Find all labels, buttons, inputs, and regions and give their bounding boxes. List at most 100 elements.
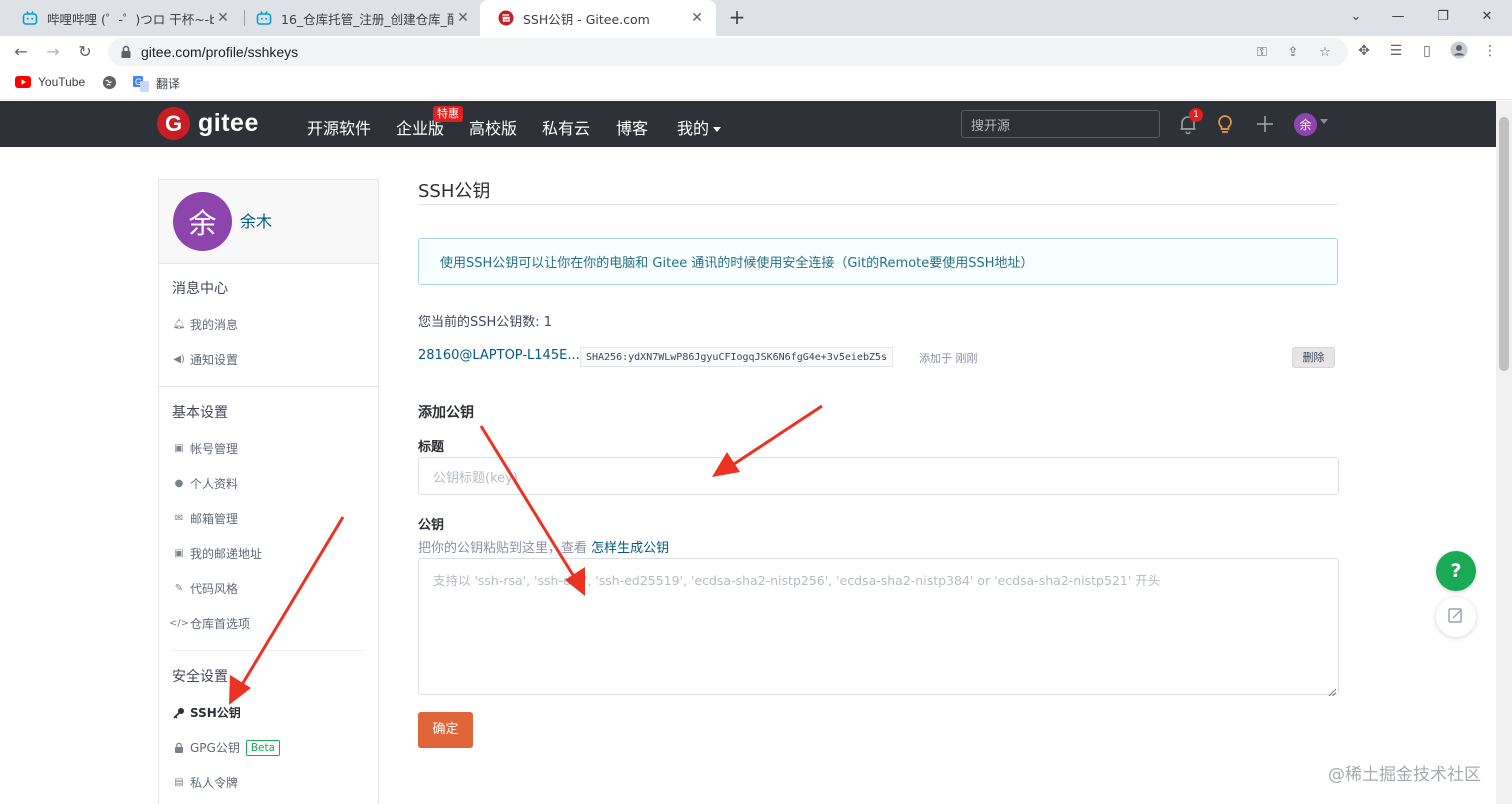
add-key-heading: 添加公钥 xyxy=(418,405,474,421)
tab-search-icon[interactable]: ⌄ xyxy=(1346,7,1366,27)
delete-key-button[interactable]: 删除 xyxy=(1292,347,1335,368)
sidebar-item-account[interactable]: ▣ 帐号管理 xyxy=(172,440,238,457)
sidebar-item-gpg-keys[interactable]: GPG公钥 Beta xyxy=(172,739,281,756)
restore-icon[interactable]: ❐ xyxy=(1433,7,1453,27)
gitee-icon xyxy=(498,10,514,26)
sidebar-item-profile[interactable]: ● 个人资料 xyxy=(172,475,238,492)
edit-note-icon xyxy=(1447,606,1465,628)
sidebar-item-label: GPG公钥 xyxy=(190,741,240,755)
sidebar-item-address[interactable]: ▣ 我的邮递地址 xyxy=(172,545,262,562)
sidebar-item-code-style[interactable]: ✎ 代码风格 xyxy=(172,580,238,597)
sidebar-item-label: 私人令牌 xyxy=(190,776,239,790)
info-alert: 使用SSH公钥可以让你在你的电脑和 Gitee 通讯的时候使用安全连接（Git的… xyxy=(418,238,1338,285)
avatar[interactable]: 余 xyxy=(173,192,232,251)
address-bar[interactable]: gitee.com/profile/sshkeys ⚿ ⇪ ☆ xyxy=(108,38,1348,66)
scrollbar-thumb[interactable] xyxy=(1499,117,1509,371)
browser-tab-strip: 哔哩哔哩 (゜-゜)つロ 干杯~-bilibili ✕ 16_仓库托管_注册_创… xyxy=(0,0,1512,36)
minimize-icon[interactable]: — xyxy=(1388,7,1408,27)
lightbulb-icon[interactable] xyxy=(1214,113,1236,135)
sidebar-item-tokens[interactable]: ▤ 私人令牌 xyxy=(172,774,238,791)
close-icon[interactable]: ✕ xyxy=(688,10,706,26)
nav-item-open-source[interactable]: 开源软件 xyxy=(307,115,371,139)
youtube-icon xyxy=(15,76,31,88)
globe-icon xyxy=(102,75,117,90)
bookmarks-bar: YouTube G 翻译 xyxy=(0,68,1512,100)
gitee-logo[interactable]: G gitee xyxy=(157,107,259,140)
user-avatar[interactable]: 余 xyxy=(1294,113,1317,136)
tab-title: 16_仓库托管_注册_创建仓库_配置 xyxy=(281,11,454,27)
help-button[interactable]: ? xyxy=(1436,551,1476,591)
info-text: 使用SSH公钥可以让你在你的电脑和 Gitee 通讯的时候使用安全连接（Git的… xyxy=(440,256,1034,271)
key-title-input[interactable]: 公钥标题(key) xyxy=(418,457,1339,495)
page-scrollbar[interactable] xyxy=(1496,101,1512,804)
browser-toolbar: ← → ↻ gitee.com/profile/sshkeys ⚿ ⇪ ☆ xyxy=(0,36,1512,68)
url-text: gitee.com/profile/sshkeys xyxy=(141,44,299,60)
sidebar-divider xyxy=(172,650,365,651)
sidebar-item-label: 帐号管理 xyxy=(190,442,239,456)
reload-icon[interactable]: ↻ xyxy=(74,41,96,63)
resize-handle-icon[interactable] xyxy=(1328,684,1337,697)
sidebar-item-my-messages[interactable]: 🔔︎ 我的消息 xyxy=(172,316,238,333)
logo-text: gitee xyxy=(198,109,259,137)
nav-item-education[interactable]: 高校版 xyxy=(469,115,517,139)
ssh-key-title-link[interactable]: 28160@LAPTOP-L145E... xyxy=(418,348,580,363)
section-title-basic: 基本设置 xyxy=(172,405,228,421)
chevron-down-icon[interactable] xyxy=(1320,119,1328,124)
more-menu-icon[interactable]: ⋮ xyxy=(1480,41,1500,61)
ssh-key-row: 28160@LAPTOP-L145E... SHA256:ydXN7WLwP86… xyxy=(418,346,1338,368)
ssh-key-fingerprint: SHA256:ydXN7WLwP86JgyuCFIogqJSK6N6fgG4e+… xyxy=(580,347,894,367)
extensions-icon[interactable]: ✥ xyxy=(1354,41,1374,61)
back-icon[interactable]: ← xyxy=(10,41,32,63)
close-icon[interactable]: ✕ xyxy=(454,10,472,26)
id-card-icon: ▣ xyxy=(174,443,184,454)
mail-icon: ✉ xyxy=(174,513,184,524)
feedback-button[interactable] xyxy=(1436,597,1476,637)
side-panel-icon[interactable]: ▯ xyxy=(1417,41,1437,61)
browser-tab-course[interactable]: 16_仓库托管_注册_创建仓库_配置 ✕ xyxy=(238,0,482,36)
profile-icon[interactable] xyxy=(1449,41,1469,61)
ssh-key-count: 您当前的SSH公钥数: 1 xyxy=(418,315,553,330)
lock-icon xyxy=(172,742,186,753)
forward-icon[interactable]: → xyxy=(42,41,64,63)
close-window-icon[interactable]: ✕ xyxy=(1477,7,1497,27)
key-hint-text: 把你的公钥粘贴到这里，查看 xyxy=(418,541,588,556)
section-title-messages: 消息中心 xyxy=(172,281,228,297)
bookmark-youtube[interactable]: YouTube xyxy=(15,75,85,89)
search-input[interactable]: 搜开源 xyxy=(961,110,1160,138)
share-icon[interactable]: ⇪ xyxy=(1284,44,1302,62)
username-link[interactable]: 余木 xyxy=(240,208,272,232)
beta-badge: Beta xyxy=(245,739,281,756)
nav-item-blog[interactable]: 博客 xyxy=(616,115,648,139)
new-tab-button[interactable]: + xyxy=(727,6,747,28)
lock-icon[interactable] xyxy=(118,44,134,60)
browser-tab-bilibili[interactable]: 哔哩哔哩 (゜-゜)つロ 干杯~-bilibili ✕ xyxy=(4,0,242,36)
sidebar-item-ssh-keys[interactable]: SSH公钥 xyxy=(172,704,241,721)
watermark-text: @稀土掘金技术社区 xyxy=(1328,765,1481,785)
address-card-icon: ▣ xyxy=(174,548,184,559)
bookmark-star-icon[interactable]: ☆ xyxy=(1316,44,1334,62)
title-divider xyxy=(418,204,1338,205)
key-title-placeholder: 公钥标题(key) xyxy=(433,470,518,486)
sidebar-profile: 余 余木 xyxy=(159,180,378,264)
sidebar-item-label: 邮箱管理 xyxy=(190,512,239,526)
bookmark-label: YouTube xyxy=(38,75,86,89)
plus-icon[interactable] xyxy=(1254,113,1276,135)
close-icon[interactable]: ✕ xyxy=(214,10,232,26)
bookmark-globe[interactable] xyxy=(102,75,124,90)
nav-item-private-cloud[interactable]: 私有云 xyxy=(542,115,590,139)
reading-list-icon[interactable]: ☰ xyxy=(1386,41,1406,61)
sidebar-item-repo-preferences[interactable]: </> 仓库首选项 xyxy=(169,615,250,632)
browser-tab-gitee[interactable]: SSH公钥 - Gitee.com ✕ xyxy=(480,0,716,36)
sidebar-item-label: 个人资料 xyxy=(190,477,239,491)
sidebar-item-email[interactable]: ✉ 邮箱管理 xyxy=(172,510,238,527)
submit-button[interactable]: 确定 xyxy=(418,712,473,748)
bookmark-translate[interactable]: G 翻译 xyxy=(133,75,180,92)
nav-item-mine[interactable]: 我的 xyxy=(677,115,722,139)
key-field-label: 公钥 xyxy=(418,518,445,533)
how-to-generate-key-link[interactable]: 怎样生成公钥 xyxy=(591,541,669,556)
password-key-icon[interactable]: ⚿ xyxy=(1253,44,1271,62)
sidebar-item-notification-settings[interactable]: ◀) 通知设置 xyxy=(172,351,238,368)
sidebar-item-label: 我的邮递地址 xyxy=(190,547,263,561)
public-key-textarea[interactable]: 支持以 'ssh-rsa', 'ssh-dss', 'ssh-ed25519',… xyxy=(418,558,1339,697)
sidebar-item-label: 我的消息 xyxy=(190,318,239,332)
